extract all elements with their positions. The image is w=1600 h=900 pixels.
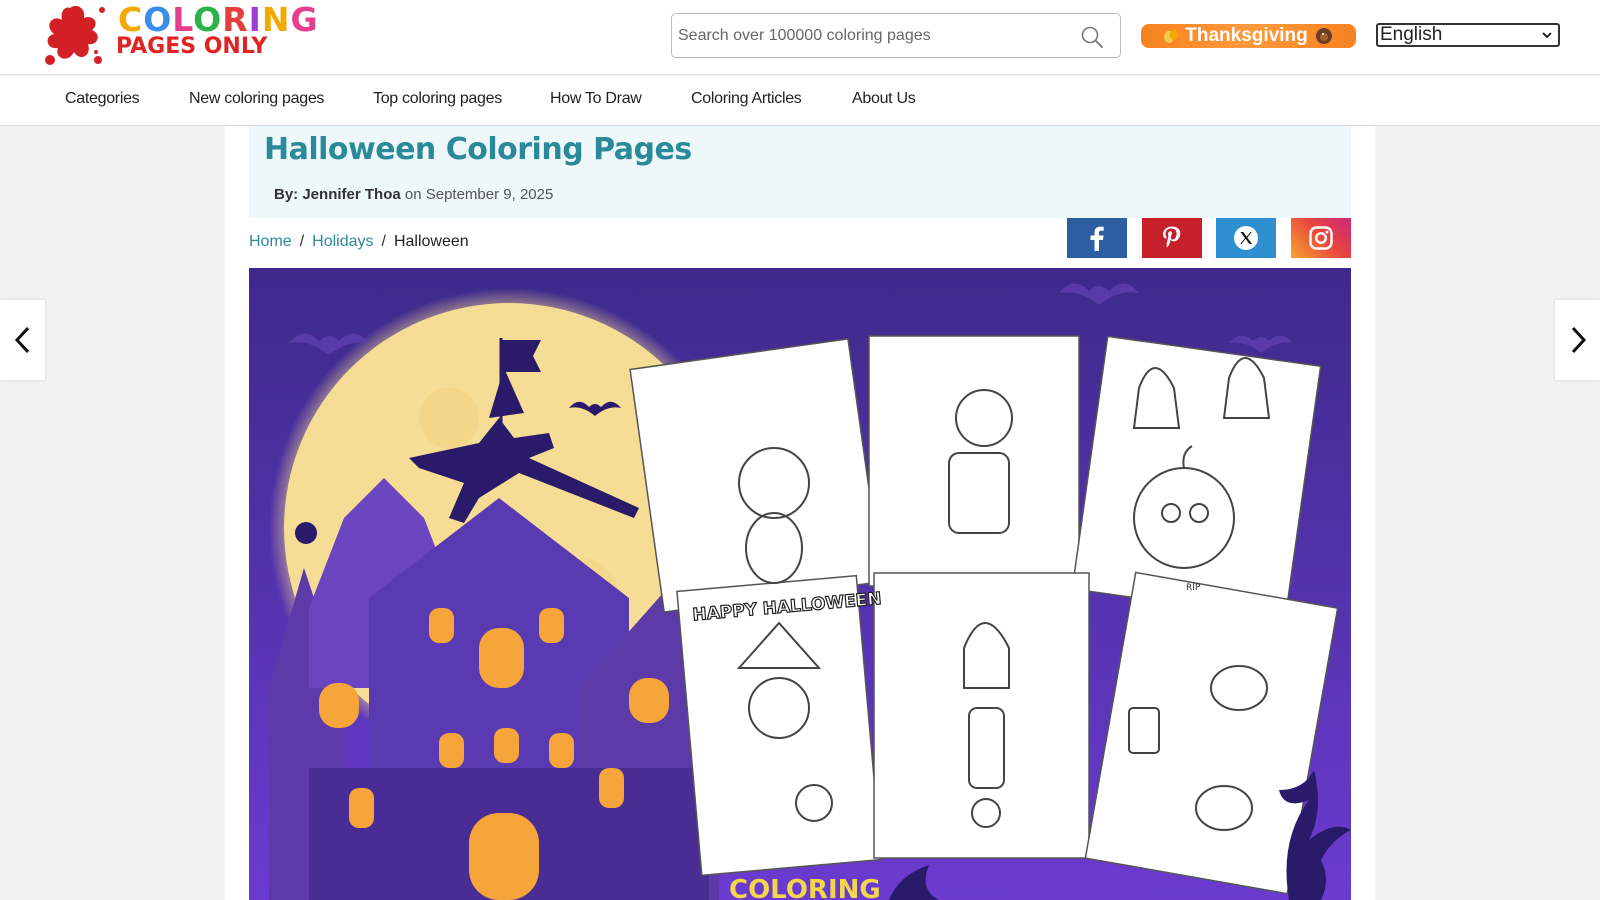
breadcrumb-current: Halloween bbox=[393, 233, 469, 250]
article-byline: By: Jennifer Thoa on September 9, 2025 bbox=[274, 186, 553, 203]
instagram-icon bbox=[1309, 226, 1333, 250]
language-select[interactable]: English bbox=[1376, 23, 1560, 47]
publish-date: September 9, 2025 bbox=[425, 186, 554, 203]
hero-image: HAPPY HALLOWEEN RIP COLORING bbox=[249, 268, 1351, 900]
breadcrumb: Home / Holidays / Halloween bbox=[249, 233, 469, 251]
breadcrumb-separator: / bbox=[381, 233, 386, 250]
turkey-icon bbox=[1314, 26, 1334, 46]
pinterest-share-button[interactable] bbox=[1142, 218, 1202, 258]
leaves-icon bbox=[1163, 28, 1179, 44]
facebook-share-button[interactable] bbox=[1067, 218, 1127, 258]
x-share-button[interactable] bbox=[1216, 218, 1276, 258]
search-icon[interactable] bbox=[1080, 25, 1104, 49]
nav-item-new-coloring-pages[interactable]: New coloring pages bbox=[189, 90, 324, 108]
breadcrumb-separator: / bbox=[299, 233, 305, 250]
language-selected-value: English bbox=[1380, 24, 1443, 45]
next-page-button[interactable] bbox=[1555, 300, 1600, 380]
date-prefix: on bbox=[404, 186, 422, 203]
main-nav: Categories New coloring pages Top colori… bbox=[0, 76, 1600, 126]
byline-prefix: By: bbox=[274, 186, 299, 203]
search-box[interactable] bbox=[671, 13, 1121, 58]
nav-item-top-coloring-pages[interactable]: Top coloring pages bbox=[373, 90, 502, 108]
page-title: Halloween Coloring Pages bbox=[264, 132, 692, 167]
pinterest-icon bbox=[1163, 226, 1181, 248]
search-input[interactable] bbox=[678, 14, 1068, 57]
facebook-icon bbox=[1090, 226, 1104, 251]
nav-item-categories[interactable]: Categories bbox=[65, 90, 140, 108]
article-container: Halloween Coloring Pages By: Jennifer Th… bbox=[225, 126, 1375, 900]
thanksgiving-label: Thanksgiving bbox=[1185, 25, 1308, 46]
chevron-right-icon bbox=[1571, 326, 1586, 354]
previous-page-button[interactable] bbox=[0, 300, 45, 380]
thanksgiving-button[interactable]: Thanksgiving bbox=[1141, 24, 1356, 48]
logo-wordmark-pages-only: PAGES ONLY bbox=[116, 34, 268, 59]
x-icon bbox=[1234, 226, 1258, 250]
hero-card-text-rip: RIP bbox=[1186, 583, 1201, 593]
instagram-share-button[interactable] bbox=[1291, 218, 1351, 258]
nav-item-how-to-draw[interactable]: How To Draw bbox=[550, 90, 642, 108]
chevron-down-icon bbox=[1542, 32, 1552, 39]
paint-splat-icon bbox=[45, 5, 105, 65]
hero-footer-logo: COLORING bbox=[729, 875, 881, 900]
breadcrumb-holidays[interactable]: Holidays bbox=[312, 233, 373, 251]
nav-item-about-us[interactable]: About Us bbox=[852, 90, 916, 108]
nav-item-coloring-articles[interactable]: Coloring Articles bbox=[691, 90, 802, 108]
chevron-left-icon bbox=[14, 326, 29, 354]
author-name[interactable]: Jennifer Thoa bbox=[302, 186, 400, 203]
logo-wordmark-coloring: COLORING bbox=[118, 0, 319, 39]
site-logo[interactable]: COLORING PAGES ONLY bbox=[40, 0, 318, 72]
breadcrumb-home[interactable]: Home bbox=[249, 233, 292, 251]
halloween-illustration: HAPPY HALLOWEEN RIP COLORING bbox=[249, 268, 1351, 900]
site-header: COLORING PAGES ONLY Thanksgiving English bbox=[0, 0, 1600, 75]
article-header: Halloween Coloring Pages By: Jennifer Th… bbox=[249, 126, 1351, 218]
